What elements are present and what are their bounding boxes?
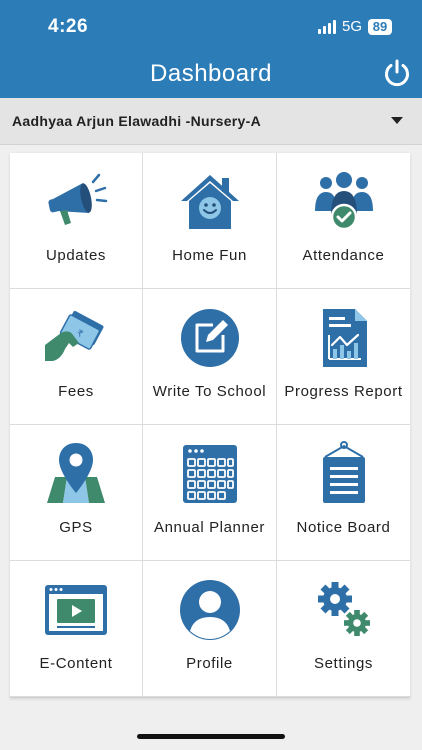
tile-label: GPS xyxy=(59,519,93,536)
house-smile-icon xyxy=(177,169,243,235)
tile-write-to-school[interactable]: Write To School xyxy=(143,289,276,424)
dashboard-grid: Updates Home Fun Attendance ₹ Fees Write… xyxy=(10,153,410,698)
tile-label: Profile xyxy=(186,655,233,672)
tile-e-content[interactable]: E-Content xyxy=(10,561,142,696)
tile-updates[interactable]: Updates xyxy=(10,153,142,288)
megaphone-icon xyxy=(43,169,109,235)
home-indicator[interactable] xyxy=(137,734,285,739)
video-screen-icon xyxy=(43,577,109,643)
tile-label: Annual Planner xyxy=(154,519,265,536)
status-indicators: 5G 89 xyxy=(317,18,392,35)
tile-label: E-Content xyxy=(39,655,113,672)
tile-notice-board[interactable]: Notice Board xyxy=(277,425,410,560)
power-button[interactable] xyxy=(382,58,412,88)
tile-settings[interactable]: Settings xyxy=(277,561,410,696)
notice-board-icon xyxy=(311,441,377,507)
report-chart-icon xyxy=(311,305,377,371)
tile-label: Write To School xyxy=(152,383,267,400)
tile-label: Notice Board xyxy=(296,519,391,536)
tile-progress-report[interactable]: Progress Report xyxy=(277,289,410,424)
money-hand-icon: ₹ xyxy=(43,305,109,371)
app-header: 4:26 5G 89 Dashboard xyxy=(0,0,422,98)
student-selector-value: Aadhyaa Arjun Elawadhi -Nursery-A xyxy=(12,113,261,129)
tile-profile[interactable]: Profile xyxy=(143,561,276,696)
student-selector[interactable]: Aadhyaa Arjun Elawadhi -Nursery-A xyxy=(0,98,422,145)
tile-home-fun[interactable]: Home Fun xyxy=(143,153,276,288)
user-circle-icon xyxy=(177,577,243,643)
tile-label: Attendance xyxy=(302,247,385,264)
tile-attendance[interactable]: Attendance xyxy=(277,153,410,288)
tile-label: Progress Report xyxy=(284,383,403,400)
tile-gps[interactable]: GPS xyxy=(10,425,142,560)
group-check-icon xyxy=(311,169,377,235)
chevron-down-icon xyxy=(391,117,403,124)
signal-icon xyxy=(317,19,336,34)
map-pin-icon xyxy=(43,441,109,507)
tile-annual-planner[interactable]: Annual Planner xyxy=(143,425,276,560)
tile-label: Updates xyxy=(45,247,107,264)
status-time: 4:26 xyxy=(48,16,89,37)
edit-circle-icon xyxy=(177,305,243,371)
gears-icon xyxy=(311,577,377,643)
battery-icon: 89 xyxy=(368,18,392,35)
tile-label: Settings xyxy=(314,655,373,672)
tile-fees[interactable]: ₹ Fees xyxy=(10,289,142,424)
power-icon xyxy=(385,59,409,87)
tile-label: Home Fun xyxy=(172,247,247,264)
tile-label: Fees xyxy=(58,383,94,400)
page-title: Dashboard xyxy=(150,60,272,87)
network-label: 5G xyxy=(341,18,362,35)
calendar-icon xyxy=(177,441,243,507)
